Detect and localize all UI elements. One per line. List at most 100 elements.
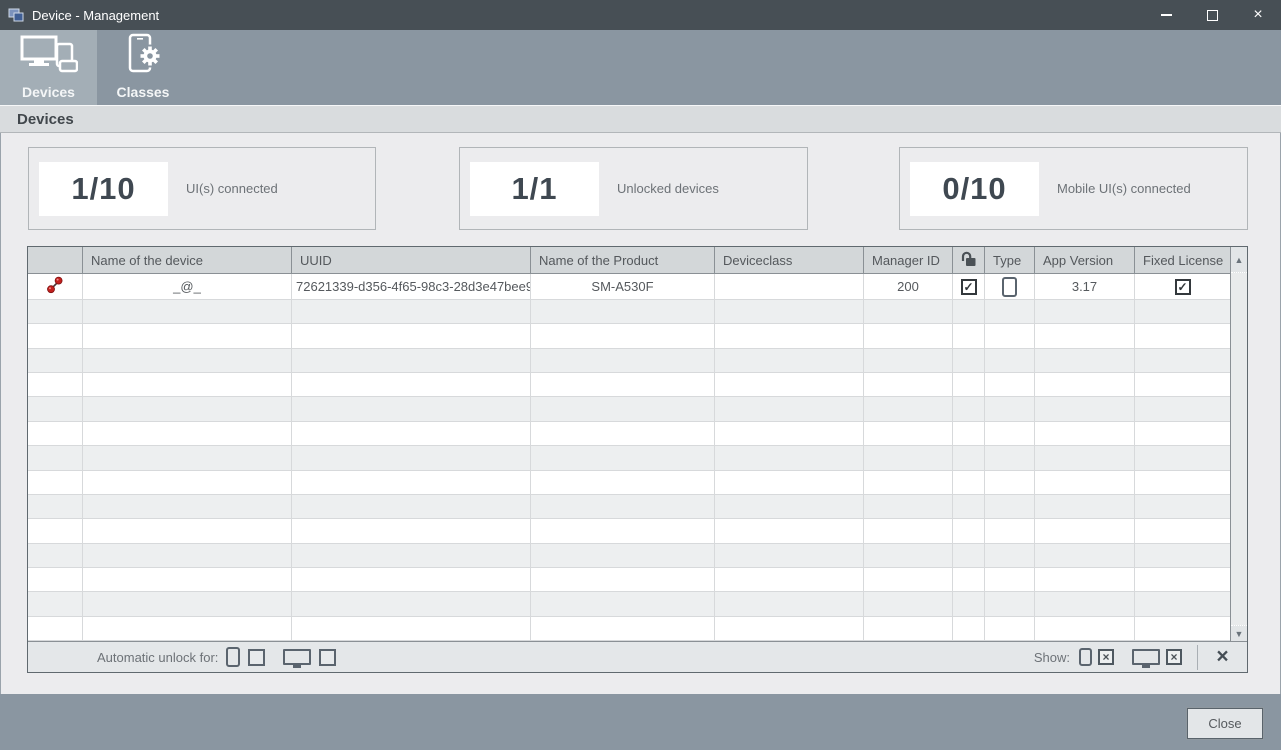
minimize-icon (1161, 14, 1172, 16)
empty-cell (28, 568, 83, 592)
maximize-button[interactable] (1189, 0, 1235, 30)
empty-cell (292, 446, 531, 470)
table-row-empty[interactable] (28, 349, 1230, 373)
table-row-empty[interactable] (28, 397, 1230, 421)
stat-value: 0/10 (910, 162, 1039, 216)
show-phone-checkbox-checked[interactable]: × (1098, 649, 1114, 665)
monitor-icon (283, 649, 311, 665)
minimize-button[interactable] (1143, 0, 1189, 30)
empty-cell (292, 544, 531, 568)
maximize-icon (1207, 10, 1218, 21)
empty-cell (985, 300, 1035, 324)
empty-rows-container (28, 300, 1230, 641)
empty-cell (28, 617, 83, 641)
table-row-empty[interactable] (28, 373, 1230, 397)
stats-row: 1/10 UI(s) connected 1/1 Unlocked device… (1, 147, 1280, 230)
empty-cell (292, 300, 531, 324)
empty-cell (864, 324, 953, 348)
empty-cell (715, 544, 864, 568)
table-row-empty[interactable] (28, 446, 1230, 470)
close-button[interactable]: Close (1187, 708, 1263, 739)
toolbar-button-classes[interactable]: Classes (102, 30, 184, 105)
table-row-empty[interactable] (28, 519, 1230, 543)
column-header-deviceclass[interactable]: Deviceclass (715, 247, 864, 274)
empty-cell (83, 422, 292, 446)
empty-cell (715, 471, 864, 495)
table-row-empty[interactable] (28, 422, 1230, 446)
empty-cell (28, 373, 83, 397)
column-header-device-name[interactable]: Name of the device (83, 247, 292, 274)
table-row-empty[interactable] (28, 495, 1230, 519)
scroll-down-arrow[interactable]: ▼ (1231, 625, 1247, 641)
empty-cell (531, 422, 715, 446)
empty-cell (531, 495, 715, 519)
empty-cell (1135, 373, 1230, 397)
column-header-product-name[interactable]: Name of the Product (531, 247, 715, 274)
devices-table: Name of the device UUID Name of the Prod… (27, 246, 1248, 673)
column-header-manager-id[interactable]: Manager ID (864, 247, 953, 274)
empty-cell (864, 422, 953, 446)
empty-cell (1035, 471, 1135, 495)
clear-selection-button[interactable]: × (1198, 645, 1247, 669)
table-row-device[interactable]: _@_ 72621339-d356-4f65-98c3-28d3e47bee94… (28, 274, 1230, 300)
empty-cell (985, 544, 1035, 568)
column-header-type[interactable]: Type (985, 247, 1035, 274)
empty-cell (83, 446, 292, 470)
empty-cell (83, 397, 292, 421)
show-label: Show: (1034, 650, 1070, 665)
empty-cell (531, 471, 715, 495)
empty-cell (292, 617, 531, 641)
empty-cell (1135, 349, 1230, 373)
empty-cell (83, 373, 292, 397)
empty-cell (1135, 446, 1230, 470)
empty-cell (531, 617, 715, 641)
empty-cell (28, 422, 83, 446)
fixed-license-checkbox-checked[interactable]: ✓ (1175, 279, 1191, 295)
column-header-uuid[interactable]: UUID (292, 247, 531, 274)
phone-icon (226, 647, 240, 667)
auto-unlock-phone-checkbox[interactable] (248, 649, 265, 666)
stat-label: UI(s) connected (186, 181, 278, 196)
empty-cell (864, 373, 953, 397)
empty-cell (1135, 544, 1230, 568)
scrollbar-track[interactable] (1231, 273, 1247, 625)
empty-cell (28, 397, 83, 421)
window-title: Device - Management (32, 8, 159, 23)
scroll-up-arrow[interactable]: ▲ (1231, 247, 1247, 273)
empty-cell (985, 422, 1035, 446)
table-row-empty[interactable] (28, 617, 1230, 641)
empty-cell (953, 617, 985, 641)
empty-cell (953, 592, 985, 616)
section-header: Devices (0, 105, 1281, 133)
empty-cell (715, 373, 864, 397)
empty-cell (985, 519, 1035, 543)
empty-cell (864, 471, 953, 495)
column-header-app-version[interactable]: App Version (1035, 247, 1135, 274)
empty-cell (985, 495, 1035, 519)
table-row-empty[interactable] (28, 300, 1230, 324)
empty-cell (953, 519, 985, 543)
unlocked-checkbox-checked[interactable]: ✓ (961, 279, 977, 295)
show-desktop-checkbox-checked[interactable]: × (1166, 649, 1182, 665)
column-header-status[interactable] (28, 247, 83, 274)
vertical-scrollbar[interactable]: ▲ ▼ (1230, 247, 1247, 641)
empty-cell (953, 300, 985, 324)
close-window-button[interactable]: × (1235, 0, 1281, 30)
empty-cell (953, 446, 985, 470)
column-header-unlock[interactable] (953, 247, 985, 274)
device-name-cell: _@_ (83, 274, 292, 300)
title-bar: Device - Management × (0, 0, 1281, 30)
table-row-empty[interactable] (28, 544, 1230, 568)
auto-unlock-desktop-checkbox[interactable] (319, 649, 336, 666)
empty-cell (1035, 544, 1135, 568)
toolbar-button-devices[interactable]: Devices (0, 30, 97, 105)
empty-cell (1035, 519, 1135, 543)
table-row-empty[interactable] (28, 592, 1230, 616)
column-header-fixed-license[interactable]: Fixed License (1135, 247, 1230, 274)
empty-cell (953, 397, 985, 421)
empty-cell (715, 495, 864, 519)
table-row-empty[interactable] (28, 471, 1230, 495)
table-row-empty[interactable] (28, 324, 1230, 348)
table-row-empty[interactable] (28, 568, 1230, 592)
empty-cell (715, 397, 864, 421)
